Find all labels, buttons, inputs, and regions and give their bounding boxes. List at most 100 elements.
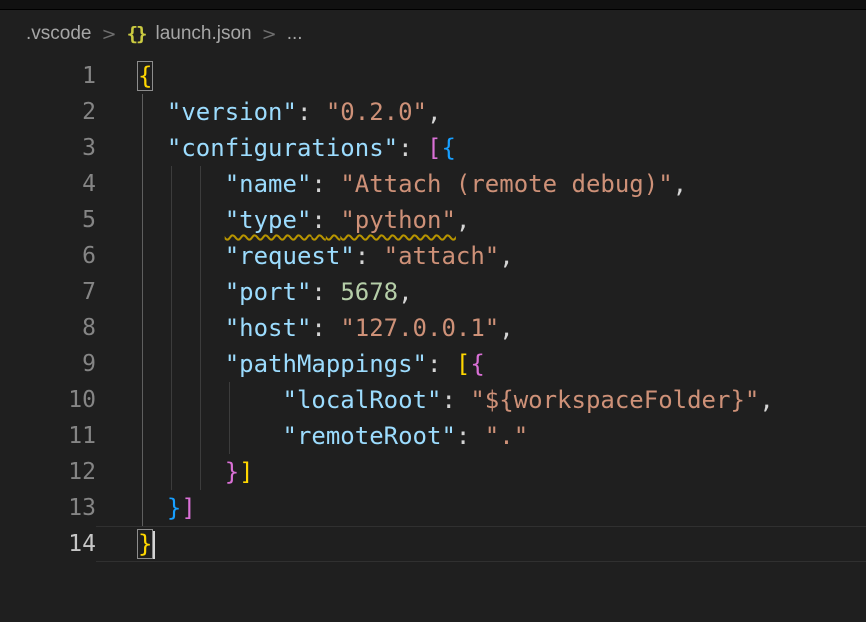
code-line[interactable]: 10 "localRoot": "${workspaceFolder}", [0, 382, 866, 418]
code-line[interactable]: 4 "name": "Attach (remote debug)", [0, 166, 866, 202]
code-token [138, 458, 225, 486]
code-token [470, 422, 484, 450]
breadcrumb-folder[interactable]: .vscode [26, 23, 91, 45]
line-content[interactable]: }] [96, 490, 866, 526]
line-content[interactable]: "pathMappings": [{ [96, 346, 866, 382]
line-number[interactable]: 8 [0, 310, 96, 346]
code-line[interactable]: 3 "configurations": [{ [0, 130, 866, 166]
line-content[interactable]: "request": "attach", [96, 238, 866, 274]
code-token: { [470, 350, 484, 378]
code-line[interactable]: 1{ [0, 58, 866, 94]
tab-bar-edge [0, 0, 866, 10]
code-token: : [398, 134, 412, 162]
line-number[interactable]: 11 [0, 418, 96, 454]
code-token: : [311, 314, 325, 342]
code-token [326, 170, 340, 198]
code-token: { [441, 134, 455, 162]
code-token: } [138, 530, 152, 558]
code-token: , [499, 314, 513, 342]
code-token [138, 350, 225, 378]
line-content[interactable]: { [96, 58, 866, 94]
line-number[interactable]: 13 [0, 490, 96, 526]
code-token: , [427, 98, 441, 126]
code-line[interactable]: 12 }] [0, 454, 866, 490]
line-number[interactable]: 7 [0, 274, 96, 310]
text-cursor [153, 531, 155, 559]
code-token: , [499, 242, 513, 270]
breadcrumb-file[interactable]: launch.json [155, 23, 251, 45]
code-line[interactable]: 9 "pathMappings": [{ [0, 346, 866, 382]
line-number[interactable]: 5 [0, 202, 96, 238]
code-token [413, 134, 427, 162]
line-content[interactable]: "version": "0.2.0", [96, 94, 866, 130]
code-token: , [759, 386, 773, 414]
line-number[interactable]: 3 [0, 130, 96, 166]
code-line[interactable]: 2 "version": "0.2.0", [0, 94, 866, 130]
code-token: , [398, 278, 412, 306]
code-line[interactable]: 8 "host": "127.0.0.1", [0, 310, 866, 346]
code-token: "${workspaceFolder}" [470, 386, 759, 414]
breadcrumb-symbol[interactable]: ... [287, 23, 303, 45]
code-area[interactable]: 1{2 "version": "0.2.0",3 "configurations… [0, 58, 866, 562]
code-token [138, 242, 225, 270]
code-line[interactable]: 7 "port": 5678, [0, 274, 866, 310]
chevron-right-icon: > [101, 24, 116, 45]
code-token [138, 314, 225, 342]
line-number[interactable]: 10 [0, 382, 96, 418]
code-token: "version" [167, 98, 297, 126]
vscode-editor-window: .vscode > {} launch.json > ... 1{2 "vers… [0, 0, 866, 622]
code-token [456, 386, 470, 414]
code-token: [ [456, 350, 470, 378]
code-token: "attach" [384, 242, 500, 270]
code-token [311, 98, 325, 126]
line-content[interactable]: "port": 5678, [96, 274, 866, 310]
code-line[interactable]: 5 "type": "python", [0, 202, 866, 238]
line-number[interactable]: 2 [0, 94, 96, 130]
code-token [138, 206, 225, 234]
code-line[interactable]: 11 "remoteRoot": "." [0, 418, 866, 454]
code-token [369, 242, 383, 270]
code-token: } [225, 458, 239, 486]
line-content[interactable]: "configurations": [{ [96, 130, 866, 166]
line-number[interactable]: 14 [0, 526, 96, 562]
line-content[interactable]: "remoteRoot": "." [96, 418, 866, 454]
code-token: { [138, 62, 152, 90]
code-line[interactable]: 14} [0, 526, 866, 562]
code-token: "configurations" [167, 134, 398, 162]
code-token: "127.0.0.1" [340, 314, 499, 342]
code-line[interactable]: 13 }] [0, 490, 866, 526]
line-content[interactable]: "name": "Attach (remote debug)", [96, 166, 866, 202]
code-token: "python" [340, 206, 456, 234]
line-content[interactable]: "type": "python", [96, 202, 866, 238]
code-line[interactable]: 6 "request": "attach", [0, 238, 866, 274]
json-file-icon: {} [127, 23, 146, 45]
line-number[interactable]: 9 [0, 346, 96, 382]
code-token: : [456, 422, 470, 450]
code-token: : [311, 206, 325, 234]
code-token: "type": "python" [225, 206, 456, 234]
line-number[interactable]: 6 [0, 238, 96, 274]
line-number[interactable]: 12 [0, 454, 96, 490]
line-number[interactable]: 4 [0, 166, 96, 202]
code-token: : [355, 242, 369, 270]
code-token [138, 278, 225, 306]
line-content[interactable]: } [96, 526, 866, 562]
code-token [138, 134, 167, 162]
line-content[interactable]: }] [96, 454, 866, 490]
line-number[interactable]: 1 [0, 58, 96, 94]
code-token: "pathMappings" [225, 350, 427, 378]
breadcrumb: .vscode > {} launch.json > ... [0, 10, 866, 58]
code-token: "." [485, 422, 528, 450]
code-token: "0.2.0" [326, 98, 427, 126]
line-content[interactable]: "host": "127.0.0.1", [96, 310, 866, 346]
line-content[interactable]: "localRoot": "${workspaceFolder}", [96, 382, 866, 418]
code-token [138, 494, 167, 522]
code-token: , [673, 170, 687, 198]
code-token: ] [239, 458, 253, 486]
code-token [441, 350, 455, 378]
code-token: "host" [225, 314, 312, 342]
code-token: "request" [225, 242, 355, 270]
code-token [138, 170, 225, 198]
code-token: "Attach (remote debug)" [340, 170, 672, 198]
code-token: : [427, 350, 441, 378]
